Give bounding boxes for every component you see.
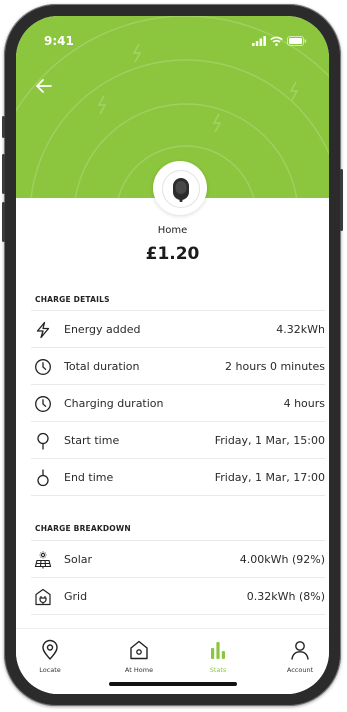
location-pin-icon (42, 639, 58, 660)
lightning-icon (36, 321, 50, 338)
clock-icon (35, 358, 51, 375)
row-label: Start time (64, 434, 120, 447)
breakdown-divider (31, 614, 325, 615)
tab-account[interactable]: Account (270, 639, 329, 674)
wifi-icon (270, 36, 283, 46)
row-value: Friday, 1 Mar, 15:00 (214, 434, 325, 447)
detail-row-charging-duration: Charging duration 4 hours (31, 384, 325, 422)
volume-down-button (2, 202, 5, 242)
volume-up-button (2, 154, 5, 194)
row-label: Charging duration (64, 397, 164, 410)
house-icon (130, 640, 148, 660)
tab-label: Account (286, 666, 314, 674)
tab-label: Locate (39, 666, 61, 674)
row-label: Energy added (64, 323, 141, 336)
tab-locate[interactable]: Locate (20, 639, 80, 674)
mute-switch (2, 116, 5, 138)
detail-row-energy-added: Energy added 4.32kWh (31, 310, 325, 348)
pin-start-icon (37, 432, 49, 450)
clock-icon (35, 395, 51, 412)
charger-avatar (153, 161, 207, 215)
battery-icon (287, 36, 307, 46)
phone-frame: 9:41 Home £1.20 CHARGE DETAILS Energy ad… (2, 4, 343, 706)
tab-label: Stats (209, 666, 227, 674)
breakdown-row-grid: Grid 0.32kWh (8%) (31, 577, 325, 615)
row-value: 4.00kWh (92%) (239, 553, 325, 566)
solar-panel-icon (34, 551, 52, 568)
charger-icon (173, 178, 189, 202)
tab-stats[interactable]: Stats (188, 639, 248, 674)
row-label: Solar (64, 553, 93, 566)
row-label: Grid (64, 590, 88, 603)
tab-label: At Home (124, 666, 154, 674)
detail-row-total-duration: Total duration 2 hours 0 minutes (31, 347, 325, 385)
row-label: Total duration (64, 360, 140, 373)
status-bar: 9:41 (16, 16, 329, 50)
breakdown-row-solar: Solar 4.00kWh (92%) (31, 540, 325, 578)
charge-breakdown-title: CHARGE BREAKDOWN (35, 524, 131, 533)
site-name: Home (157, 225, 188, 236)
home-indicator (109, 682, 237, 686)
row-value: 0.32kWh (8%) (246, 590, 325, 603)
app-screen: 9:41 Home £1.20 CHARGE DETAILS Energy ad… (16, 16, 329, 694)
signal-icon (252, 36, 266, 46)
row-label: End time (64, 471, 114, 484)
detail-row-start-time: Start time Friday, 1 Mar, 15:00 (31, 421, 325, 459)
back-arrow-icon[interactable] (34, 76, 54, 96)
status-time: 9:41 (44, 34, 74, 48)
detail-row-end-time: End time Friday, 1 Mar, 17:00 (31, 458, 325, 496)
grid-plug-icon (35, 588, 51, 605)
person-icon (291, 641, 309, 660)
power-button (340, 169, 343, 231)
bar-chart-icon (211, 642, 225, 659)
row-value: Friday, 1 Mar, 17:00 (214, 471, 325, 484)
pin-end-icon (37, 468, 49, 486)
tab-at-home[interactable]: At Home (109, 639, 169, 674)
row-value: 2 hours 0 minutes (225, 360, 325, 373)
session-cost: £1.20 (145, 244, 200, 264)
row-value: 4.32kWh (276, 323, 325, 336)
details-divider (31, 495, 325, 496)
charge-details-title: CHARGE DETAILS (35, 295, 110, 304)
row-value: 4 hours (283, 397, 325, 410)
